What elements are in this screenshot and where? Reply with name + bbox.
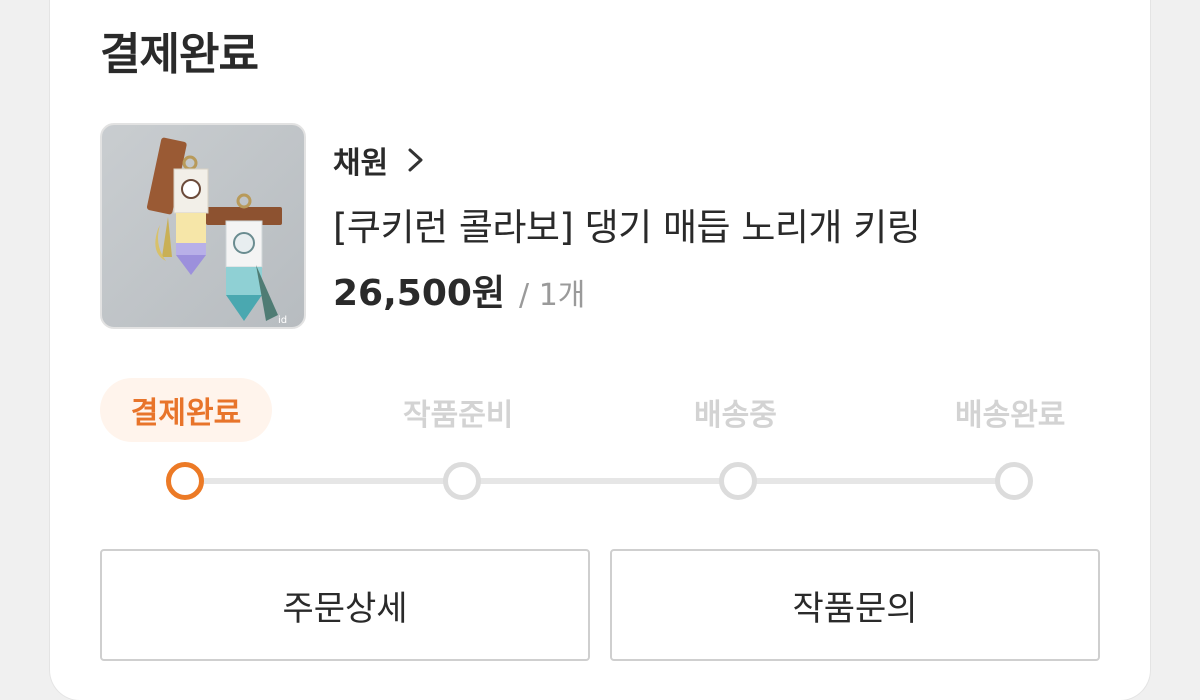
svg-text:id: id: [278, 315, 287, 326]
seller-name: 채원: [333, 146, 389, 181]
product-thumbnail[interactable]: id: [100, 123, 306, 329]
seller-link[interactable]: 채원: [333, 138, 426, 182]
price-row: 26,500원 / 1개: [333, 264, 585, 316]
product-inquiry-button[interactable]: 작품문의: [610, 549, 1100, 661]
step-label-delivered: 배송완료: [955, 398, 1066, 433]
product-name[interactable]: [쿠키런 콜라보] 댕기 매듭 노리개 키링: [333, 197, 921, 251]
chevron-right-icon: [408, 148, 423, 172]
product-price: 26,500원: [333, 273, 506, 314]
order-detail-button[interactable]: 주문상세: [100, 549, 590, 661]
step-dot-preparing: [443, 462, 481, 500]
step-label-shipping: 배송중: [694, 398, 777, 433]
step-dot-delivered: [995, 462, 1033, 500]
progress-track: [185, 478, 1015, 484]
product-quantity: / 1개: [519, 278, 586, 313]
step-dot-payment-complete: [166, 462, 204, 500]
step-label-payment-complete: 결제완료: [100, 378, 272, 442]
step-label-preparing: 작품준비: [403, 398, 514, 433]
step-dot-shipping: [719, 462, 757, 500]
keyring-image-icon: id: [146, 137, 287, 326]
page-title: 결제완료: [100, 29, 259, 80]
